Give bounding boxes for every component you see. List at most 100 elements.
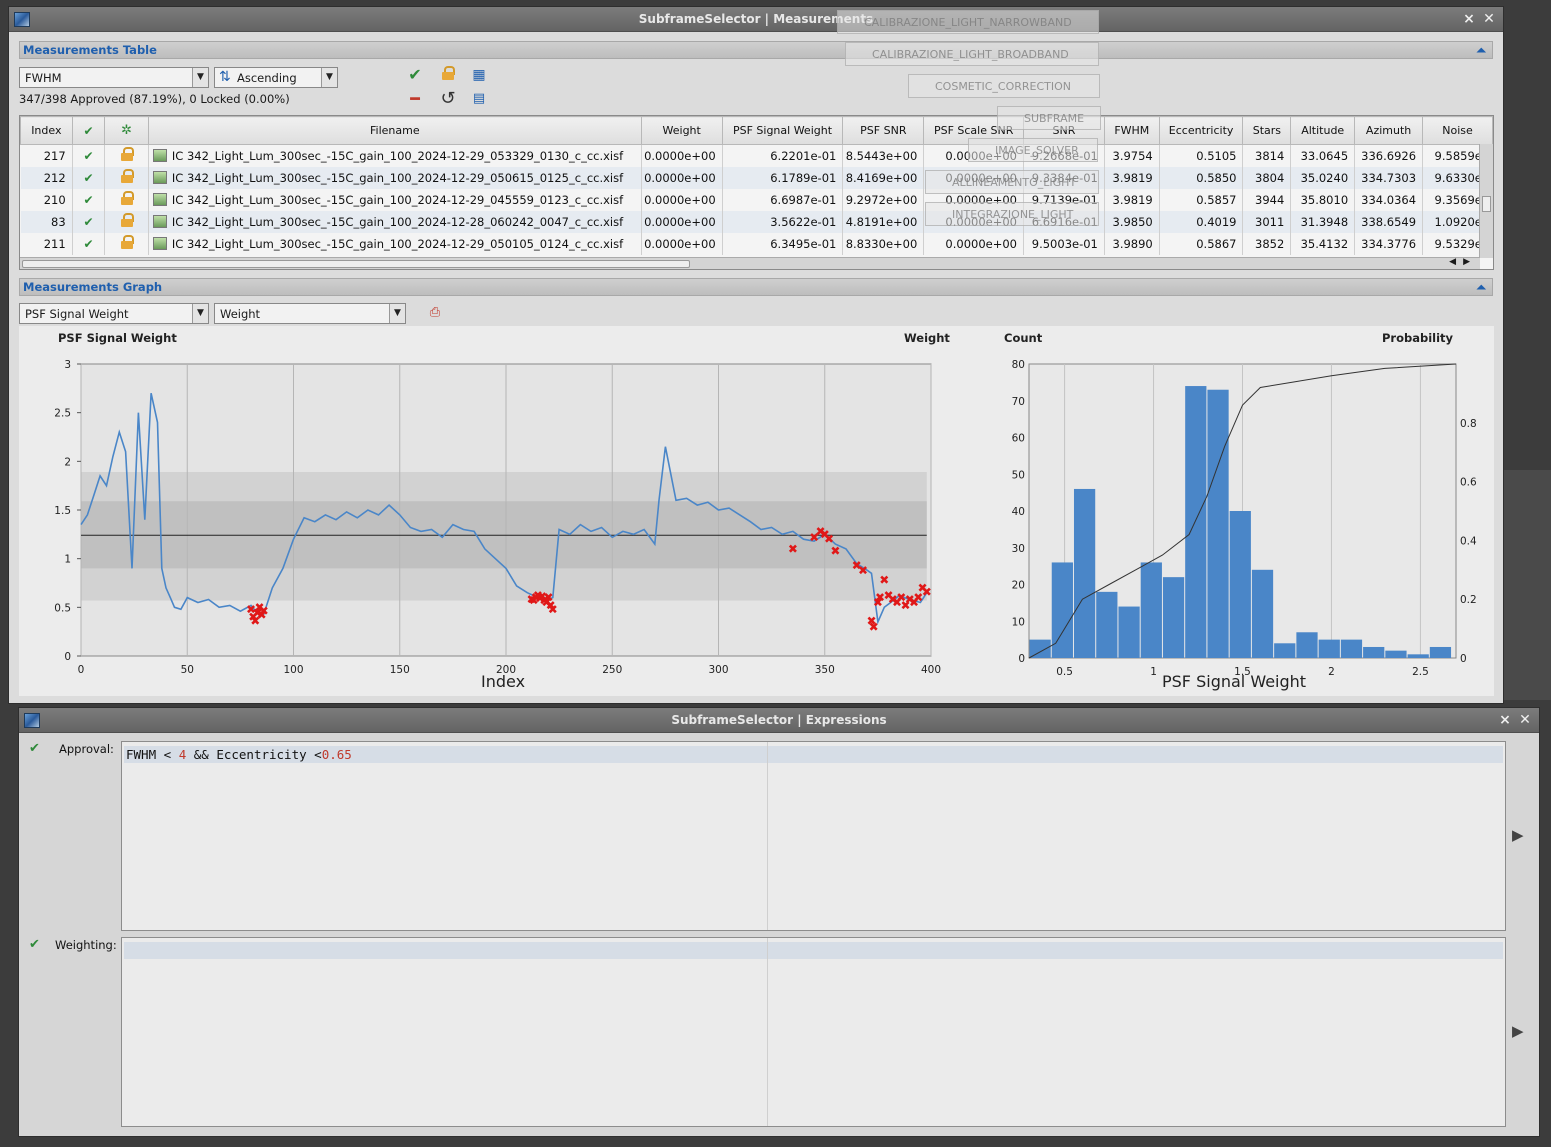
reject-icon[interactable]: ━ (405, 89, 425, 109)
x-tick-label: 50 (181, 664, 194, 676)
row-index: 83 (20, 210, 73, 233)
approved-column-icon: ✔ (83, 123, 94, 138)
eccentricity-cell: 0.5857 (1159, 188, 1244, 211)
scroll-right-icon[interactable]: ▶ (1463, 257, 1470, 267)
shade-button[interactable]: ⨯ (1461, 11, 1477, 27)
column-header[interactable]: Index (20, 116, 73, 145)
y-tick-label: 10 (1012, 616, 1025, 628)
approved-cell[interactable]: ✔ (72, 210, 106, 233)
rejected-marker: ✖ (259, 604, 269, 618)
rejected-marker: ✖ (869, 620, 879, 634)
approved-cell[interactable]: ✔ (72, 188, 106, 211)
approval-enabled-icon[interactable]: ✔ (29, 741, 40, 756)
lock-icon[interactable] (438, 65, 458, 85)
psf-signal-weight-cell: 6.6987e-01 (722, 188, 844, 211)
lock-cell[interactable] (104, 210, 149, 233)
approval-expression-editor[interactable]: FWHM < 4 && Eccentricity <0.65 (121, 741, 1506, 931)
column-header[interactable]: PSF SNR (842, 116, 925, 145)
section-title: Measurements Graph (23, 280, 163, 294)
psf-snr-cell: 8.4169e+00 (842, 166, 925, 189)
approval-label: Approval: (59, 742, 114, 756)
table-row[interactable]: 217 ✔ IC 342_Light_Lum_300sec_-15C_gain_10… (20, 144, 1493, 167)
approved-cell[interactable]: ✔ (72, 232, 106, 255)
column-header[interactable]: Eccentricity (1158, 116, 1244, 145)
image-file-icon (152, 148, 167, 162)
table-body: 217 ✔ IC 342_Light_Lum_300sec_-15C_gain_10… (20, 144, 1493, 255)
apply-weighting-icon[interactable]: ▶ (1512, 1022, 1524, 1040)
fwhm-cell: 3.9890 (1104, 232, 1160, 255)
y2-tick-label: 0.8 (1460, 418, 1477, 430)
x-tick-label: 150 (390, 664, 410, 676)
weighting-enabled-icon[interactable]: ✔ (29, 937, 40, 952)
approved-cell[interactable]: ✔ (72, 166, 106, 189)
column-header[interactable]: Weight (640, 116, 723, 145)
toggle-columns-icon[interactable]: ▦ (469, 65, 489, 85)
hist-xlabel: PSF Signal Weight (1162, 672, 1307, 691)
psf-signal-weight-cell: 6.1789e-01 (722, 166, 844, 189)
y2-tick-label: 0.6 (1460, 477, 1477, 489)
row-index: 211 (20, 232, 73, 255)
unlock-icon (120, 213, 134, 227)
column-header[interactable]: PSF Signal Weight (721, 116, 844, 145)
expressions-titlebar[interactable]: SubframeSelector | Expressions ⨯ ✕ (19, 708, 1539, 733)
measurements-titlebar[interactable]: SubframeSelector | Measurements ⨯ ✕ (9, 7, 1503, 32)
azimuth-cell: 336.6926 (1354, 144, 1424, 167)
scroll-left-icon[interactable]: ◀ (1449, 257, 1456, 267)
measurements-window: SubframeSelector | Measurements ⨯ ✕ Meas… (8, 6, 1504, 704)
collapse-icon[interactable]: ⏶ (1476, 280, 1486, 295)
apply-approval-icon[interactable]: ▶ (1512, 826, 1524, 844)
azimuth-cell: 338.6549 (1354, 210, 1424, 233)
lock-cell[interactable] (104, 232, 149, 255)
weighting-expression-editor[interactable] (121, 937, 1506, 1127)
table-row[interactable]: 83 ✔ IC 342_Light_Lum_300sec_-15C_gain_100… (20, 210, 1493, 233)
histogram-bar (1229, 511, 1251, 658)
vertical-scrollbar[interactable] (1479, 144, 1493, 258)
histogram-bar (1073, 488, 1096, 658)
x-tick-label: 100 (283, 664, 303, 676)
reset-icon[interactable]: ↺ (438, 89, 458, 109)
column-header[interactable]: ✲ (104, 116, 149, 145)
close-button[interactable]: ✕ (1517, 712, 1533, 728)
shade-button[interactable]: ⨯ (1497, 712, 1513, 728)
eccentricity-cell: 0.5867 (1159, 232, 1244, 255)
measurements-table-section[interactable]: Measurements Table ⏶ (19, 41, 1493, 59)
lock-cell[interactable] (104, 166, 149, 189)
column-header[interactable]: Noise (1422, 116, 1493, 145)
horizontal-scrollbar[interactable]: ◀ ▶ (20, 257, 1480, 269)
lock-cell[interactable] (104, 188, 149, 211)
lock-cell[interactable] (104, 144, 149, 167)
scrollbar-thumb[interactable] (1482, 196, 1491, 212)
approve-icon[interactable]: ✔ (405, 65, 425, 85)
filename-cell: IC 342_Light_Lum_300sec_-15C_gain_100_20… (148, 210, 642, 233)
psf-snr-cell: 4.8191e+00 (842, 210, 925, 233)
scrollbar-thumb[interactable] (22, 260, 690, 268)
sort-order-select[interactable]: ⇅ Ascending ▼ (214, 67, 338, 88)
export-pdf-icon[interactable]: ⎙ (425, 303, 445, 323)
y-property-select[interactable]: PSF Signal Weight ▼ (19, 303, 209, 324)
table-row[interactable]: 212 ✔ IC 342_Light_Lum_300sec_-15C_gain_10… (20, 166, 1493, 189)
table-row[interactable]: 210 ✔ IC 342_Light_Lum_300sec_-15C_gain_10… (20, 188, 1493, 211)
column-header[interactable]: FWHM (1103, 116, 1160, 145)
column-header[interactable]: Azimuth (1354, 116, 1424, 145)
size-property-select[interactable]: Weight ▼ (214, 303, 406, 324)
sort-field-value: FWHM (25, 71, 62, 85)
approved-cell[interactable]: ✔ (72, 144, 106, 167)
fwhm-cell: 3.9819 (1104, 188, 1160, 211)
table-header: Index ✔ ✲ Filename Weight PSF Signal Weight PS… (20, 116, 1493, 145)
column-header[interactable]: Altitude (1290, 116, 1356, 145)
measurements-graph-section[interactable]: Measurements Graph ⏶ (19, 278, 1493, 296)
table-row[interactable]: 211 ✔ IC 342_Light_Lum_300sec_-15C_gain_10… (20, 232, 1493, 255)
psf-signal-weight-histogram[interactable]: 0.5 1 1.5 2 2.50102030405060708000.20.40.60.… (979, 346, 1494, 696)
collapse-icon[interactable]: ⏶ (1476, 43, 1486, 58)
histogram-bar (1096, 591, 1118, 658)
measurements-table[interactable]: Index ✔ ✲ Filename Weight PSF Signal Weight PS… (19, 115, 1494, 270)
export-csv-icon[interactable]: ▤ (469, 89, 489, 109)
sort-field-select[interactable]: FWHM ▼ (19, 67, 209, 88)
column-header[interactable]: ✔ (71, 116, 106, 145)
column-header[interactable]: Stars (1242, 116, 1292, 145)
close-button[interactable]: ✕ (1481, 11, 1497, 27)
column-header[interactable]: Filename (147, 116, 642, 145)
ghost-process-item: INTEGRAZIONE_LIGHT (925, 202, 1099, 226)
ghost-process-item: ALLINEAMENTO_LIGHT (925, 170, 1099, 194)
psf-signal-weight-line-chart[interactable]: 0 50 100 150 200 250 300 350 40000.511.522.53✖✖✖… (19, 346, 979, 696)
